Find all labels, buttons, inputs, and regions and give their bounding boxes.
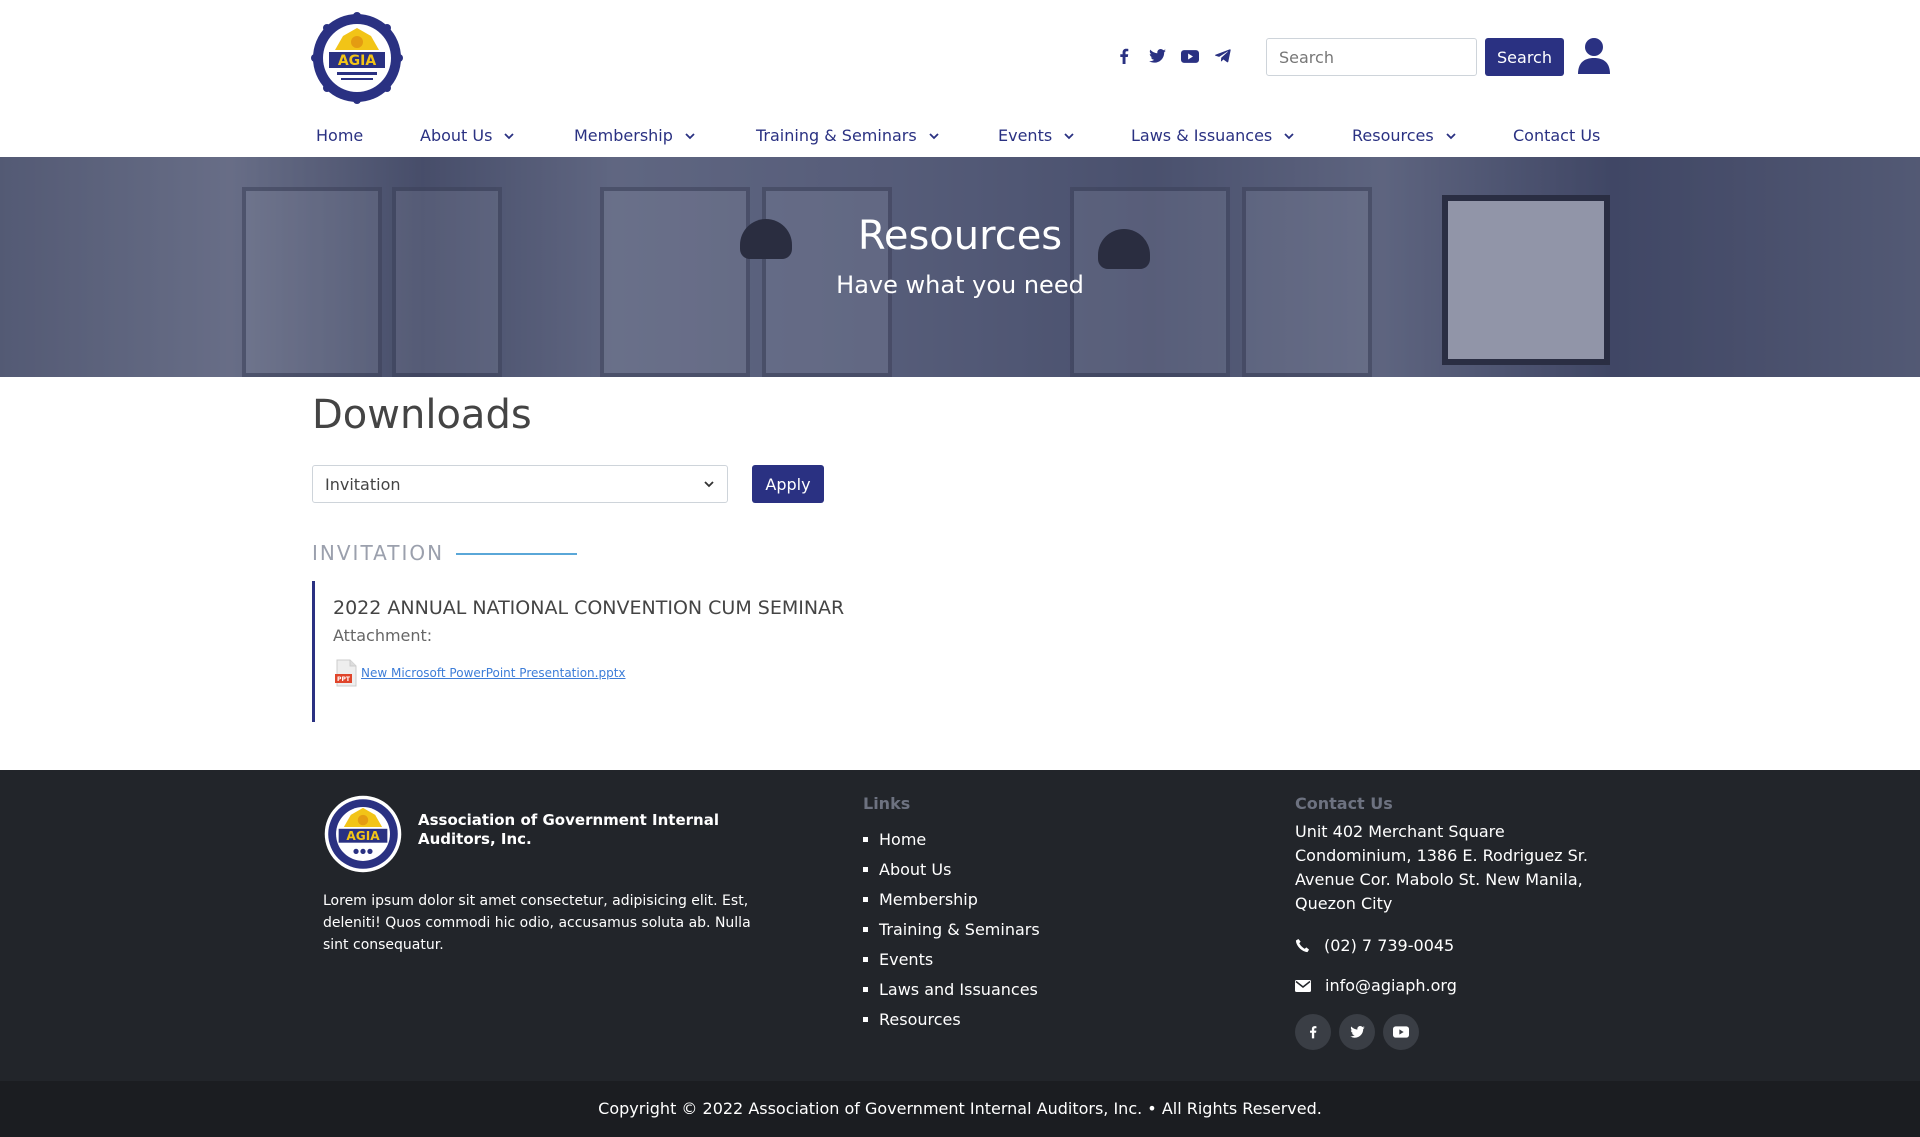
footer-link-training-seminars[interactable]: Training & Seminars xyxy=(863,914,1040,944)
bullet-icon xyxy=(863,956,868,962)
main-navigation: Home About Us Membership Training & Semi… xyxy=(0,116,1920,156)
user-account-icon[interactable] xyxy=(1578,38,1610,74)
footer-links-title: Links xyxy=(863,794,911,813)
download-item-title: 2022 ANNUAL NATIONAL CONVENTION CUM SEMI… xyxy=(333,597,845,619)
chevron-down-icon xyxy=(1446,132,1456,139)
site-header: AGIA Search Home About Us Membershi xyxy=(0,0,1920,157)
footer-phone-label: (02) 7 739-0045 xyxy=(1324,936,1455,955)
section-divider xyxy=(456,553,578,555)
bullet-icon xyxy=(863,896,868,902)
footer-email-label: info@agiaph.org xyxy=(1325,976,1457,995)
nav-about-us[interactable]: About Us xyxy=(420,126,515,145)
footer-email[interactable]: info@agiaph.org xyxy=(1295,976,1457,995)
bullet-icon xyxy=(863,866,868,872)
chevron-down-icon xyxy=(704,481,714,488)
chevron-down-icon xyxy=(1064,132,1074,139)
nav-training-seminars[interactable]: Training & Seminars xyxy=(756,126,939,145)
nav-events-label: Events xyxy=(998,126,1053,145)
hero-overlay xyxy=(0,157,1920,377)
footer-address: Unit 402 Merchant Square Condominium, 13… xyxy=(1295,822,1588,913)
footer-link-home[interactable]: Home xyxy=(863,824,1040,854)
nav-contact-us[interactable]: Contact Us xyxy=(1513,126,1600,145)
footer-description: Lorem ipsum dolor sit amet consectetur, … xyxy=(323,893,751,953)
download-item: 2022 ANNUAL NATIONAL CONVENTION CUM SEMI… xyxy=(312,581,1012,722)
nav-contact-us-label: Contact Us xyxy=(1513,126,1601,145)
chevron-down-icon xyxy=(685,132,695,139)
attachment-file: PPT New Microsoft PowerPoint Presentatio… xyxy=(335,659,626,687)
header-social-links xyxy=(1114,46,1233,66)
hero-subtitle: Have what you need xyxy=(836,271,1084,299)
agia-logo[interactable]: AGIA xyxy=(311,12,403,104)
bullet-icon xyxy=(863,1016,868,1022)
copyright-bar: Copyright © 2022 Association of Governme… xyxy=(0,1081,1920,1137)
ppt-file-icon: PPT xyxy=(335,659,357,687)
footer-link-about-us[interactable]: About Us xyxy=(863,854,1040,884)
footer-link-label: Home xyxy=(879,829,927,849)
attachment-label: Attachment: xyxy=(333,626,433,645)
footer-phone[interactable]: (02) 7 739-0045 xyxy=(1295,936,1454,955)
search-input[interactable] xyxy=(1266,38,1477,76)
footer-link-label: Events xyxy=(879,949,934,969)
nav-membership-label: Membership xyxy=(574,126,673,145)
copyright-text: Copyright © 2022 Association of Governme… xyxy=(598,1099,1322,1118)
twitter-icon[interactable] xyxy=(1339,1014,1375,1050)
category-select[interactable]: Invitation xyxy=(312,465,728,503)
footer-link-label: Training & Seminars xyxy=(879,919,1040,939)
nav-training-seminars-label: Training & Seminars xyxy=(756,126,917,145)
bullet-icon xyxy=(863,926,868,932)
nav-laws-issuances-label: Laws & Issuances xyxy=(1131,126,1273,145)
category-select-value: Invitation xyxy=(325,474,401,494)
footer-link-laws-issuances[interactable]: Laws and Issuances xyxy=(863,974,1040,1004)
youtube-icon[interactable] xyxy=(1180,46,1200,66)
chevron-down-icon xyxy=(929,132,939,139)
footer-link-label: Laws and Issuances xyxy=(879,979,1038,999)
hero-title: Resources xyxy=(857,213,1063,259)
agia-footer-logo[interactable]: AGIA xyxy=(323,794,403,874)
page-title: Downloads xyxy=(312,392,532,438)
nav-laws-issuances[interactable]: Laws & Issuances xyxy=(1131,126,1294,145)
footer-link-events[interactable]: Events xyxy=(863,944,1040,974)
search-button[interactable]: Search xyxy=(1485,38,1564,76)
footer-link-resources[interactable]: Resources xyxy=(863,1004,1040,1034)
telegram-icon[interactable] xyxy=(1213,46,1233,66)
footer-link-label: Membership xyxy=(879,889,978,909)
envelope-icon xyxy=(1295,979,1311,992)
svg-text:AGIA: AGIA xyxy=(338,53,377,69)
nav-membership[interactable]: Membership xyxy=(574,126,695,145)
chevron-down-icon xyxy=(504,132,515,139)
nav-home-label: Home xyxy=(316,126,364,145)
nav-about-us-label: About Us xyxy=(420,126,493,145)
footer-link-label: Resources xyxy=(879,1009,961,1029)
footer-contact-title: Contact Us xyxy=(1295,794,1393,813)
section-heading-label: INVITATION xyxy=(312,541,445,565)
footer-link-label: About Us xyxy=(879,859,952,879)
nav-resources[interactable]: Resources xyxy=(1352,126,1456,145)
svg-text:PPT: PPT xyxy=(337,676,351,683)
bullet-icon xyxy=(863,836,868,842)
hero-banner: Resources Have what you need xyxy=(0,157,1920,377)
nav-home[interactable]: Home xyxy=(316,126,363,145)
facebook-icon[interactable] xyxy=(1114,46,1134,66)
nav-events[interactable]: Events xyxy=(998,126,1074,145)
apply-button[interactable]: Apply xyxy=(752,465,824,503)
site-footer: AGIA Association of Government Internal … xyxy=(0,770,1920,1081)
phone-icon xyxy=(1295,938,1310,953)
facebook-icon[interactable] xyxy=(1295,1014,1331,1050)
footer-social-links xyxy=(1295,1014,1419,1050)
nav-resources-label: Resources xyxy=(1352,126,1434,145)
chevron-down-icon xyxy=(1284,132,1294,139)
svg-text:AGIA: AGIA xyxy=(346,829,380,843)
twitter-icon[interactable] xyxy=(1147,46,1167,66)
footer-org-name: Association of Government Internal Audit… xyxy=(418,811,719,848)
youtube-icon[interactable] xyxy=(1383,1014,1419,1050)
attachment-download-link[interactable]: New Microsoft PowerPoint Presentation.pp… xyxy=(361,666,626,680)
bullet-icon xyxy=(863,986,868,992)
section-heading: INVITATION xyxy=(312,541,578,565)
footer-link-membership[interactable]: Membership xyxy=(863,884,1040,914)
footer-links-list: Home About Us Membership Training & Semi… xyxy=(863,824,1040,1034)
